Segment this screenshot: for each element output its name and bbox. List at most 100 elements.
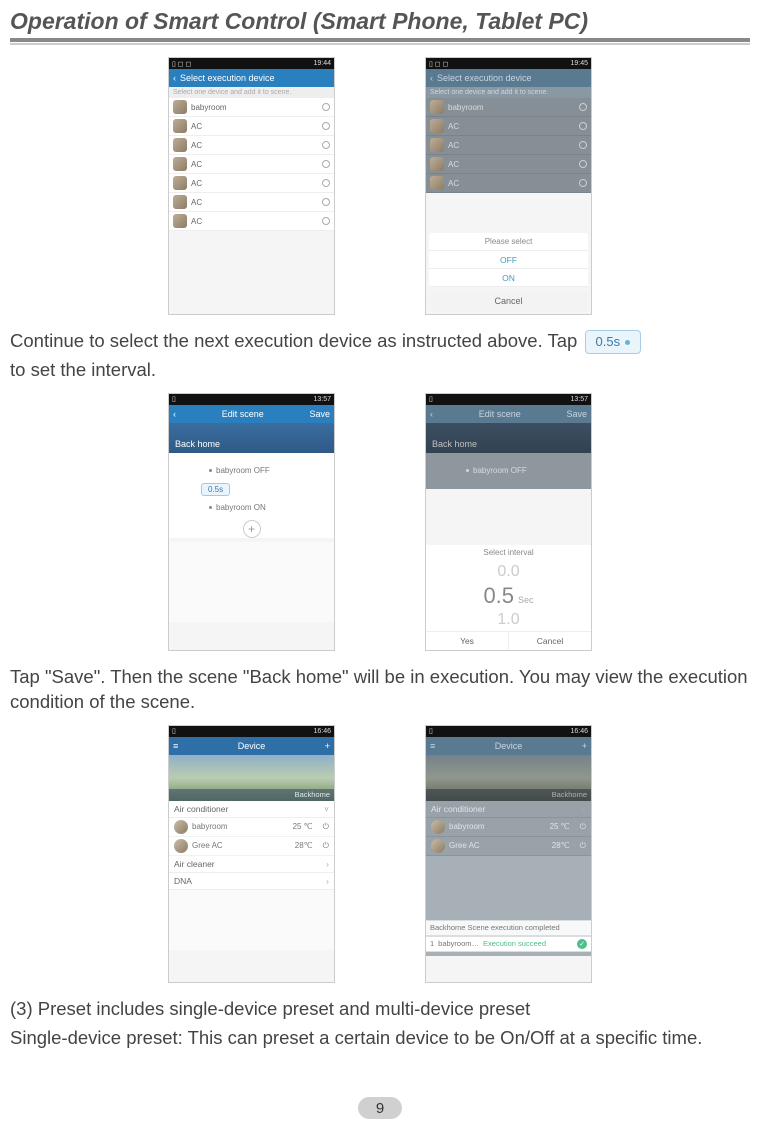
menu-icon[interactable]: ≡ [173, 741, 178, 751]
screenshot-select-device-popup: ▯ ◻ ◻19:45 ‹ Select execution device Sel… [425, 57, 592, 315]
screenshot-device-list-toast: ▯16:46 ≡ Device + Backhome Air condition… [425, 725, 592, 983]
status-icons: ▯ [429, 727, 433, 735]
picker-cancel-button[interactable]: Cancel [509, 632, 591, 650]
scenic-banner: Backhome [426, 755, 591, 801]
status-time: 19:44 [313, 60, 331, 67]
device-thumb-icon [430, 119, 444, 133]
save-button[interactable]: Save [566, 409, 587, 419]
device-label: AC [448, 179, 459, 188]
device-categories: Air conditioner˅ babyroom25 ℃⏻ Gree AC28… [426, 801, 591, 856]
interval-chip[interactable]: 0.5s [585, 330, 642, 354]
paragraph-4: Single-device preset: This can preset a … [10, 1026, 750, 1051]
device-temp: 28℃ [552, 841, 570, 850]
category-row[interactable]: Air conditioner˅ [169, 801, 334, 818]
dimmed-actions: babyroom OFF [426, 453, 591, 489]
device-row[interactable]: AC [169, 212, 334, 231]
chevron-down-icon: ˅ [581, 804, 586, 814]
picker-value-selected-num: 0.5 [483, 583, 514, 609]
device-row[interactable]: Gree AC28℃⏻ [169, 837, 334, 856]
power-icon[interactable]: ⏻ [323, 841, 329, 851]
actions-list: babyroom OFF 0.5s babyroom ON + [169, 453, 334, 538]
device-list: babyroom AC AC AC AC [426, 98, 591, 193]
power-icon: ⏻ [580, 841, 586, 851]
section-title-wrap: Operation of Smart Control (Smart Phone,… [10, 8, 750, 39]
interval-chip-small[interactable]: 0.5s [201, 483, 230, 496]
save-button[interactable]: Save [309, 409, 330, 419]
device-thumb-icon [173, 176, 187, 190]
action-sheet: Please select OFF ON Cancel [426, 233, 591, 314]
radio-icon[interactable] [322, 160, 330, 168]
radio-icon[interactable] [322, 122, 330, 130]
device-thumb-icon [430, 176, 444, 190]
category-label: Air conditioner [431, 804, 485, 814]
interval-picker-sheet: Select interval 0.0 0.5Sec 1.0 Yes Cance… [426, 545, 591, 650]
appbar-title: Select execution device [180, 73, 275, 83]
radio-icon[interactable] [322, 198, 330, 206]
device-thumb-icon [173, 100, 187, 114]
radio-icon[interactable] [322, 103, 330, 111]
radio-icon[interactable] [322, 217, 330, 225]
device-row[interactable]: AC [169, 136, 334, 155]
back-icon[interactable]: ‹ [173, 409, 176, 419]
back-icon[interactable]: ‹ [430, 73, 433, 83]
picker-yes-button[interactable]: Yes [426, 632, 509, 650]
status-icons: ▯ ◻ ◻ [172, 60, 191, 68]
status-icons: ▯ ◻ ◻ [429, 60, 448, 68]
device-label: AC [191, 217, 202, 226]
device-thumb-icon [430, 157, 444, 171]
app-bar: ‹ Select execution device [169, 69, 334, 87]
add-action-button[interactable]: + [243, 520, 261, 538]
scenic-banner: Backhome [169, 755, 334, 801]
add-icon[interactable]: + [325, 741, 330, 751]
device-thumb-icon [173, 214, 187, 228]
popup-cancel-button[interactable]: Cancel [429, 291, 588, 311]
device-thumb-icon [173, 138, 187, 152]
device-row[interactable]: AC [169, 174, 334, 193]
blank-area [169, 542, 334, 622]
paragraph-1b: to set the interval. [10, 358, 750, 383]
page-number: 9 [358, 1097, 402, 1119]
hint-text: Select one device and add it to scene. [169, 87, 334, 98]
device-row[interactable]: AC [169, 155, 334, 174]
device-row: AC [426, 155, 591, 174]
device-categories: Air conditioner˅ babyroom25 ℃⏻ Gree AC28… [169, 801, 334, 890]
add-icon[interactable]: + [582, 741, 587, 751]
device-row[interactable]: babyroom [169, 98, 334, 117]
status-time: 13:57 [313, 396, 331, 403]
running-scene-banner: Backhome [169, 789, 334, 801]
app-bar: ≡ Device + [169, 737, 334, 755]
title-rule [10, 38, 750, 42]
execution-toast: Backhome Scene execution completed 1 bab… [426, 920, 591, 952]
menu-icon[interactable]: ≡ [430, 741, 435, 751]
device-row[interactable]: AC [169, 193, 334, 212]
category-row[interactable]: Air cleaner› [169, 856, 334, 873]
popup-option-on[interactable]: ON [429, 269, 588, 287]
picker-values[interactable]: 0.0 0.5Sec 1.0 [426, 561, 591, 631]
device-label: babyroom [191, 103, 227, 112]
device-row[interactable]: babyroom25 ℃⏻ [169, 818, 334, 837]
picker-value-next: 1.0 [497, 611, 519, 629]
chevron-down-icon: ˅ [324, 804, 329, 814]
status-bar: ▯ ◻ ◻ 19:45 [426, 58, 591, 69]
status-time: 19:45 [570, 60, 588, 67]
device-list: babyroom AC AC AC AC AC AC [169, 98, 334, 231]
popup-option-off[interactable]: OFF [429, 251, 588, 269]
picker-title: Select interval [426, 545, 591, 561]
chip-dot-icon [625, 340, 630, 345]
device-label: Gree AC [449, 841, 480, 850]
category-row[interactable]: DNA› [169, 873, 334, 890]
device-temp: 25 ℃ [293, 822, 313, 831]
power-icon[interactable]: ⏻ [323, 822, 329, 832]
device-thumb-icon [431, 820, 445, 834]
device-label: Gree AC [192, 841, 223, 850]
device-temp: 25 ℃ [550, 822, 570, 831]
device-row[interactable]: AC [169, 117, 334, 136]
radio-icon[interactable] [322, 179, 330, 187]
status-icons: ▯ [172, 727, 176, 735]
back-icon[interactable]: ‹ [173, 73, 176, 83]
back-icon[interactable]: ‹ [430, 409, 433, 419]
device-thumb-icon [430, 138, 444, 152]
chevron-right-icon: › [326, 859, 329, 869]
radio-icon[interactable] [322, 141, 330, 149]
device-thumb-icon [431, 839, 445, 853]
